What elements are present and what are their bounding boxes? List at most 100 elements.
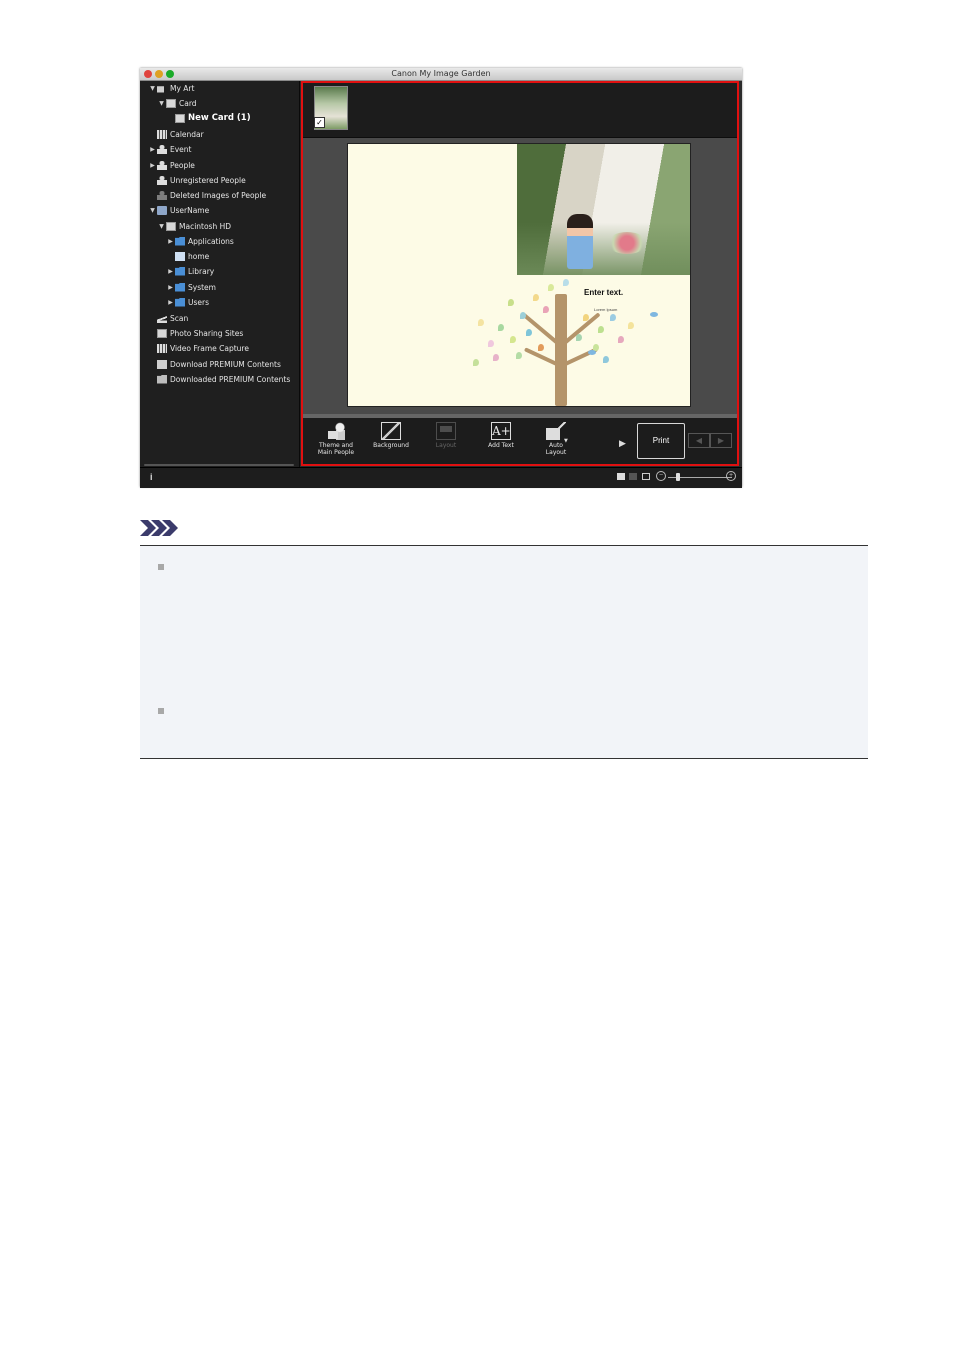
print-button[interactable]: Print (637, 423, 685, 459)
auto-layout-button[interactable]: ▼ Auto Layout (531, 422, 581, 462)
expand-arrow-icon[interactable]: ▶ (148, 162, 157, 169)
sidebar-item-label: Users (188, 297, 210, 307)
checkmark-icon[interactable]: ✓ (314, 117, 325, 128)
layout-icon (436, 422, 456, 440)
theme-and-main-people-button[interactable]: Theme and Main People (311, 422, 361, 462)
folder-icon (175, 282, 185, 292)
expand-arrow-icon[interactable]: ▼ (157, 223, 166, 230)
sidebar-item-label: New Card (1) (188, 113, 251, 123)
computer-icon (157, 205, 167, 215)
photo-subject (567, 214, 593, 269)
sidebar-item-my-art[interactable]: ▼ My Art (148, 82, 194, 94)
leaf-decoration (473, 359, 479, 366)
sidebar-item-label: Card (179, 98, 197, 108)
sidebar-item-username[interactable]: ▼ UserName (148, 204, 209, 216)
leaf-decoration (548, 284, 554, 291)
note-bullet-icon (158, 564, 164, 570)
downloaded-folder-icon (157, 374, 167, 384)
card-icon (175, 113, 185, 123)
expand-arrow-icon[interactable]: ▼ (157, 100, 166, 107)
sidebar-item-event[interactable]: ▶ Event (148, 143, 192, 155)
single-view-icon[interactable] (617, 473, 625, 480)
leaf-decoration (538, 344, 544, 351)
sidebar-scrollbar[interactable] (144, 464, 294, 466)
text-box-placeholder[interactable]: Enter text. (584, 288, 623, 297)
toolbar-label: Auto (549, 442, 563, 449)
sidebar-item-new-card[interactable]: New Card (1) (175, 112, 251, 124)
leaf-decoration (598, 326, 604, 333)
toolbar-label: Add Text (488, 442, 514, 449)
calendar-icon (157, 129, 167, 139)
sidebar-item-users[interactable]: ▶ Users (166, 296, 209, 308)
previous-page-button[interactable]: ◀ (688, 433, 710, 448)
expand-arrow-icon[interactable]: ▶ (166, 299, 175, 306)
next-page-button[interactable]: ▶ (710, 433, 732, 448)
background-icon (381, 422, 401, 440)
leaf-decoration (493, 354, 499, 361)
chevron-right-icon[interactable]: ▶ (619, 438, 626, 449)
expand-arrow-icon[interactable]: ▶ (166, 238, 175, 245)
sidebar-item-label: Deleted Images of People (170, 190, 267, 200)
home-folder-icon (175, 251, 185, 261)
add-text-button[interactable]: A+ Add Text (476, 422, 526, 462)
sidebar-item-label: Library (188, 266, 215, 276)
sidebar-item-deleted-images[interactable]: Deleted Images of People (157, 189, 266, 201)
dropdown-caret-icon[interactable]: ▼ (564, 438, 568, 445)
leaf-decoration (510, 336, 516, 343)
card-icon (166, 98, 176, 108)
sidebar-item-system[interactable]: ▶ System (166, 281, 216, 293)
expand-arrow-icon[interactable]: ▶ (148, 146, 157, 153)
leaf-decoration (478, 319, 484, 326)
folder-icon (175, 236, 185, 246)
sidebar-item-downloaded-premium[interactable]: Downloaded PREMIUM Contents (157, 373, 290, 385)
sidebar-item-home[interactable]: home (175, 250, 209, 262)
auto-layout-icon (546, 422, 566, 440)
text-box-subtitle[interactable]: Lorem Ipsum (594, 307, 617, 312)
toolbar-label: Background (373, 442, 409, 449)
sidebar-item-macintosh-hd[interactable]: ▼ Macintosh HD (157, 220, 231, 232)
sidebar-item-scan[interactable]: Scan (157, 312, 188, 324)
sidebar-item-label: home (188, 251, 210, 261)
card-page[interactable]: Enter text. Lorem Ipsum (347, 143, 691, 407)
edit-toolbar: Theme and Main People Background Layout … (303, 418, 737, 464)
leaf-decoration (488, 340, 494, 347)
layout-button[interactable]: Layout (421, 422, 471, 462)
expand-arrow-icon[interactable]: ▶ (166, 268, 175, 275)
status-bar: i − + (140, 467, 742, 488)
list-view-icon[interactable] (629, 473, 637, 480)
sidebar-item-library[interactable]: ▶ Library (166, 265, 214, 277)
zoom-slider-thumb[interactable] (676, 473, 680, 481)
sidebar-item-card[interactable]: ▼ Card (157, 97, 197, 109)
toolbar-label: Layout (545, 449, 567, 456)
leaf-decoration (603, 356, 609, 363)
bird-decoration (650, 312, 658, 317)
leaf-decoration (618, 336, 624, 343)
zoom-out-icon[interactable]: − (656, 471, 666, 481)
background-button[interactable]: Background (366, 422, 416, 462)
sidebar-item-unregistered-people[interactable]: Unregistered People (157, 174, 246, 186)
zoom-in-icon[interactable]: + (726, 471, 736, 481)
leaf-decoration (543, 306, 549, 313)
sidebar-item-calendar[interactable]: Calendar (157, 128, 204, 140)
note-header (140, 518, 868, 546)
photo-frame[interactable] (517, 144, 690, 275)
sidebar-item-people[interactable]: ▶ People (148, 159, 195, 171)
expand-arrow-icon[interactable]: ▼ (148, 207, 157, 214)
sidebar-item-photo-sharing[interactable]: Photo Sharing Sites (157, 327, 243, 339)
leaf-decoration (610, 314, 616, 321)
deleted-people-icon (157, 190, 167, 200)
add-text-icon: A+ (491, 422, 511, 440)
expand-arrow-icon[interactable]: ▼ (148, 85, 157, 92)
note-bullet-icon (158, 708, 164, 714)
event-icon (157, 144, 167, 154)
sidebar-item-video-frame-capture[interactable]: Video Frame Capture (157, 342, 249, 354)
note-chevron-icon (140, 520, 178, 536)
info-icon[interactable]: i (150, 472, 153, 482)
sidebar-item-label: Applications (188, 236, 234, 246)
sidebar: ▼ My Art ▼ Card New Card (1) Calendar ▶ … (140, 81, 300, 473)
full-screen-icon[interactable] (642, 473, 650, 480)
sidebar-item-download-premium[interactable]: Download PREMIUM Contents (157, 358, 281, 370)
expand-arrow-icon[interactable]: ▶ (166, 284, 175, 291)
note-box (140, 546, 868, 759)
sidebar-item-applications[interactable]: ▶ Applications (166, 235, 234, 247)
